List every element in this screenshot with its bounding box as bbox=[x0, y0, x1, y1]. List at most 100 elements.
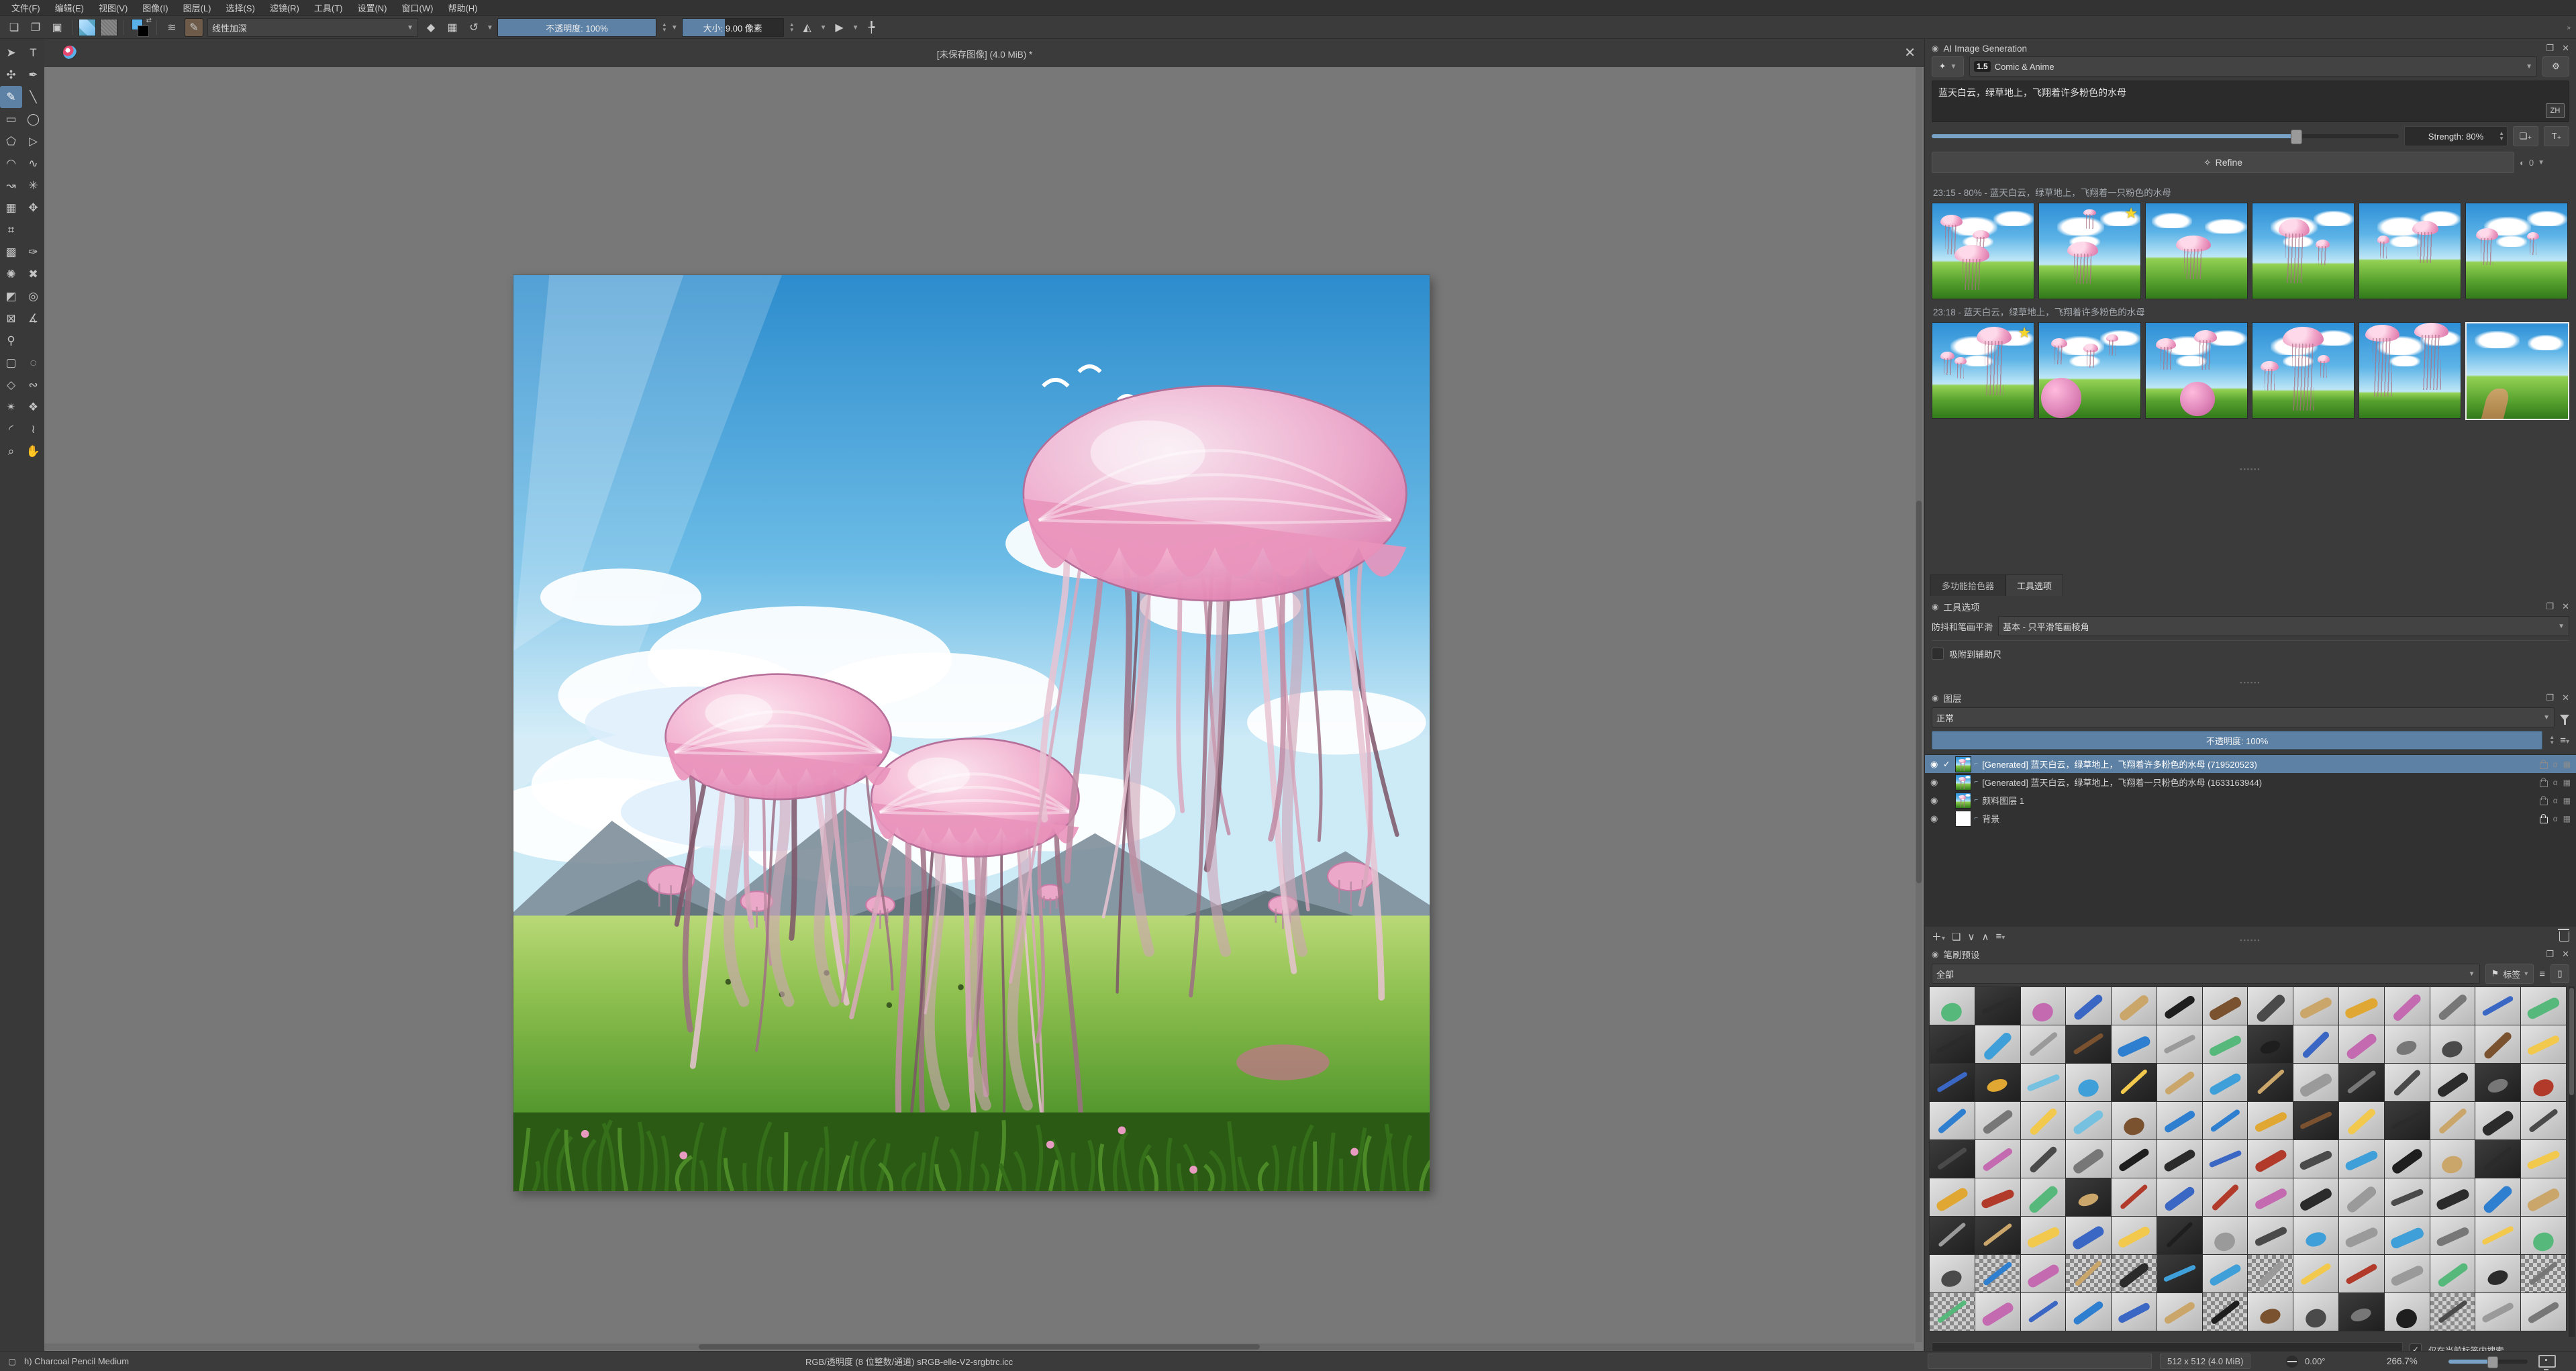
brush-preset-cell[interactable] bbox=[2066, 1102, 2112, 1139]
strength-slider-handle[interactable] bbox=[2290, 130, 2302, 144]
menu-item[interactable]: 文件(F) bbox=[4, 0, 48, 15]
chevron-down-icon[interactable]: ▼ bbox=[487, 24, 493, 32]
generation-thumbnail[interactable] bbox=[2252, 322, 2355, 419]
generation-thumbnail[interactable] bbox=[2252, 203, 2355, 299]
tab-tool-options[interactable]: 工具选项 bbox=[2005, 574, 2064, 596]
brush-preset-cell[interactable] bbox=[2157, 1178, 2202, 1216]
docker-lock-icon[interactable]: ◉ bbox=[1932, 950, 1938, 959]
prompt-textbox[interactable]: 蓝天白云，绿草地上，飞翔着许多粉色的水母 ZH bbox=[1932, 81, 2569, 122]
swap-colors-icon[interactable]: ⇄ bbox=[146, 17, 152, 24]
add-text-prompt-button[interactable]: T₊ bbox=[2544, 126, 2569, 146]
brush-tag-filter-combo[interactable]: 全部 ▼ bbox=[1932, 964, 2480, 984]
background-color[interactable] bbox=[138, 26, 149, 37]
brush-preset-cell[interactable] bbox=[2339, 1255, 2384, 1292]
docker-lock-icon[interactable]: ◉ bbox=[1932, 44, 1938, 53]
pattern-swatch[interactable] bbox=[100, 19, 117, 36]
brush-preset-cell[interactable] bbox=[2248, 987, 2293, 1025]
float-docker-icon[interactable]: ❐ bbox=[2546, 601, 2554, 612]
splitter-handle[interactable]: ▪▪▪▪▪▪ bbox=[1925, 937, 2576, 944]
layer-style-icon[interactable]: ▦ bbox=[2563, 814, 2571, 823]
brush-preset-cell[interactable] bbox=[2293, 1217, 2339, 1254]
rectangle-tool[interactable]: ▭ bbox=[0, 108, 22, 130]
brush-preset-cell[interactable] bbox=[2293, 1064, 2339, 1101]
scrollbar-thumb[interactable] bbox=[1916, 501, 1922, 883]
layer-alpha-lock-icon[interactable]: α bbox=[2553, 814, 2558, 823]
measure-tool[interactable]: ∡ bbox=[22, 307, 44, 329]
brush-preset-cell[interactable] bbox=[2248, 1102, 2293, 1139]
brush-preset-cell[interactable] bbox=[2112, 1140, 2157, 1178]
menu-item[interactable]: 编辑(E) bbox=[48, 0, 91, 15]
brush-preset-cell[interactable] bbox=[1975, 1255, 2020, 1292]
brush-preset-cell[interactable] bbox=[2066, 1255, 2112, 1292]
brush-preset-cell[interactable] bbox=[2020, 1102, 2066, 1139]
brush-preset-cell[interactable] bbox=[2112, 1293, 2157, 1331]
brush-preset-cell[interactable] bbox=[2430, 1140, 2475, 1178]
brush-preset-cell[interactable] bbox=[2248, 1140, 2293, 1178]
brush-presets-chooser-button[interactable]: ≋ bbox=[163, 19, 181, 36]
brush-preset-cell[interactable] bbox=[2339, 1293, 2384, 1331]
brush-preset-cell[interactable] bbox=[2112, 1064, 2157, 1101]
brush-preset-cell[interactable] bbox=[2202, 1025, 2248, 1063]
brush-preset-cell[interactable] bbox=[2384, 1217, 2430, 1254]
generate-workspace-button[interactable]: ✦ ▼ bbox=[1932, 56, 1964, 77]
brush-preset-cell[interactable] bbox=[1930, 1102, 1975, 1139]
brush-preset-cell[interactable] bbox=[2202, 1140, 2248, 1178]
brush-preset-cell[interactable] bbox=[2157, 1217, 2202, 1254]
layer-row[interactable]: ◉ ✓ ⌐ [Generated] 蓝天白云，绿草地上，飞翔着许多粉色的水母 (719… bbox=[1925, 755, 2576, 773]
menu-item[interactable]: 视图(V) bbox=[91, 0, 135, 15]
close-docker-icon[interactable]: ✕ bbox=[2562, 43, 2569, 54]
brush-preset-cell[interactable] bbox=[1975, 1293, 2020, 1331]
brush-preset-cell[interactable] bbox=[2112, 1255, 2157, 1292]
brush-preset-cell[interactable] bbox=[2020, 987, 2066, 1025]
brush-preset-cell[interactable] bbox=[2157, 1064, 2202, 1101]
brush-preset-cell[interactable] bbox=[2066, 1064, 2112, 1101]
brush-preset-cell[interactable] bbox=[2020, 1178, 2066, 1216]
magnetic-select-tool[interactable]: ❖ bbox=[22, 396, 44, 418]
brush-preset-cell[interactable] bbox=[2475, 1140, 2521, 1178]
tag-button[interactable]: ⚑ 标签 ▾ bbox=[2485, 964, 2534, 984]
brush-preset-cell[interactable] bbox=[2384, 987, 2430, 1025]
brush-preset-cell[interactable] bbox=[1975, 1102, 2020, 1139]
layer-style-icon[interactable]: ▦ bbox=[2563, 760, 2571, 769]
toolbar-overflow-icon[interactable]: » bbox=[2567, 24, 2571, 32]
ellipse-tool[interactable]: ◯ bbox=[22, 108, 44, 130]
brush-preset-cell[interactable] bbox=[2202, 1178, 2248, 1216]
menu-item[interactable]: 工具(T) bbox=[307, 0, 350, 15]
settings-gear-button[interactable]: ⚙ bbox=[2542, 56, 2569, 77]
brush-size-slider[interactable]: 大小: 9.00 像素 bbox=[681, 18, 784, 37]
docker-lock-icon[interactable]: ◉ bbox=[1932, 602, 1938, 611]
wrap-around-mode-button[interactable]: ╄ bbox=[862, 19, 880, 36]
tab-advanced-color-selector[interactable]: 多功能拾色器 bbox=[1930, 574, 2006, 596]
brush-preset-cell[interactable] bbox=[2293, 1255, 2339, 1292]
opacity-spinner[interactable]: ▲ ▼ bbox=[662, 22, 667, 33]
brush-preset-cell[interactable] bbox=[1975, 1217, 2020, 1254]
enclose-fill-tool[interactable]: ◎ bbox=[22, 285, 44, 307]
apply-as-layer-button[interactable]: ❏₊ bbox=[2513, 126, 2538, 146]
brush-preset-cell[interactable] bbox=[2475, 1217, 2521, 1254]
layer-visibility-eye-icon[interactable]: ◉ bbox=[1930, 759, 1938, 770]
close-docker-icon[interactable]: ✕ bbox=[2562, 601, 2569, 612]
eraser-mode-button[interactable]: ◆ bbox=[422, 19, 440, 36]
preserve-alpha-button[interactable]: ▦ bbox=[444, 19, 461, 36]
brush-preset-cell[interactable] bbox=[2430, 1178, 2475, 1216]
brush-preset-cell[interactable] bbox=[2430, 1293, 2475, 1331]
brush-preset-cell[interactable] bbox=[2202, 987, 2248, 1025]
reference-images-tool[interactable]: ⚲ bbox=[0, 329, 22, 352]
menu-item[interactable]: 帮助(H) bbox=[440, 0, 485, 15]
brush-preset-cell[interactable] bbox=[2248, 1025, 2293, 1063]
freehand-path-tool[interactable]: ∿ bbox=[22, 152, 44, 174]
close-docker-icon[interactable]: ✕ bbox=[2562, 693, 2569, 703]
selection-mode-icon[interactable]: ▢ bbox=[5, 1355, 19, 1368]
generation-thumbnail[interactable]: ★ bbox=[1932, 322, 2034, 419]
brush-preset-cell[interactable] bbox=[2066, 1293, 2112, 1331]
queue-indicator[interactable]: ◐ 0 ▼ bbox=[2520, 158, 2569, 168]
brush-preset-cell[interactable] bbox=[1930, 1217, 1975, 1254]
canvas-horizontal-scrollbar[interactable] bbox=[44, 1343, 1914, 1350]
brush-preset-cell[interactable] bbox=[2020, 1140, 2066, 1178]
brush-preset-cell[interactable] bbox=[2430, 1025, 2475, 1063]
zoom-slider[interactable] bbox=[2448, 1356, 2528, 1368]
brush-preset-cell[interactable] bbox=[2020, 1025, 2066, 1063]
line-tool[interactable]: ╲ bbox=[22, 86, 44, 108]
generation-thumbnail[interactable] bbox=[2145, 322, 2248, 419]
generation-thumbnail[interactable] bbox=[2145, 203, 2248, 299]
